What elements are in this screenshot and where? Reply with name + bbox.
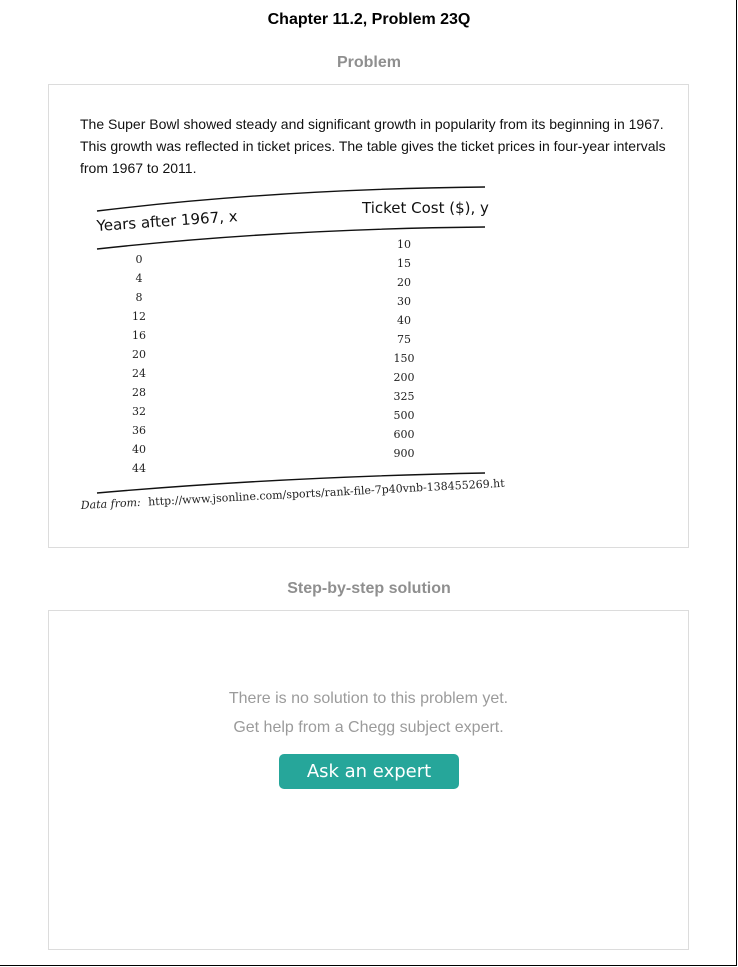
table-cell-y: 325 xyxy=(394,390,415,403)
table-cell-x: 8 xyxy=(136,291,143,304)
table-cell-x: 20 xyxy=(132,348,146,361)
table-cell-y: 500 xyxy=(394,409,415,422)
table-source: Data from: http://www.jsonline.com/sport… xyxy=(79,476,505,512)
ask-an-expert-button[interactable]: Ask an expert xyxy=(279,754,459,789)
table-cell-y: 900 xyxy=(394,447,415,460)
no-solution-message: There is no solution to this problem yet… xyxy=(228,690,509,707)
table-cell-y: 15 xyxy=(397,257,411,270)
col-x-header: Years after 1967, x xyxy=(95,207,238,235)
y-column: 10 15 20 30 40 75 150 200 325 500 600 900 xyxy=(394,238,415,460)
table-cell-y: 75 xyxy=(397,333,411,346)
problem-text: The Super Bowl showed steady and signifi… xyxy=(80,116,666,176)
table-cell-x: 28 xyxy=(132,386,146,399)
solution-heading: Step-by-step solution xyxy=(287,580,451,597)
table-cell-x: 0 xyxy=(136,253,143,266)
table-cell-y: 40 xyxy=(397,314,411,327)
help-message: Get help from a Chegg subject expert. xyxy=(233,719,504,736)
table-cell-y: 150 xyxy=(394,352,415,365)
table-cell-x: 44 xyxy=(132,462,146,475)
table-cell-x: 4 xyxy=(136,272,143,285)
ticket-price-table-image: Years after 1967, x Ticket Cost ($), y 0… xyxy=(79,186,505,512)
table-cell-y: 30 xyxy=(397,295,411,308)
table-cell-x: 16 xyxy=(132,329,146,342)
problem-heading: Problem xyxy=(336,54,401,71)
solution-card: There is no solution to this problem yet… xyxy=(48,610,689,950)
table-cell-x: 40 xyxy=(132,443,146,456)
table-cell-y: 200 xyxy=(394,371,415,384)
table-cell-x: 12 xyxy=(132,310,146,323)
table-cell-x: 32 xyxy=(132,405,146,418)
table-cell-y: 600 xyxy=(394,428,415,441)
problem-card: The Super Bowl showed steady and signifi… xyxy=(48,84,689,548)
page-title: Chapter 11.2, Problem 23Q xyxy=(267,11,471,28)
table-cell-y: 10 xyxy=(397,238,411,251)
table-cell-y: 20 xyxy=(397,276,411,289)
x-column: 0 4 8 12 16 20 24 28 32 36 40 44 xyxy=(132,253,146,475)
table-cell-x: 36 xyxy=(132,424,146,437)
source-url: http://www.jsonline.com/sports/rank-file… xyxy=(148,476,505,508)
ticket-price-table: Years after 1967, x Ticket Cost ($), y 0… xyxy=(79,185,505,517)
col-y-header: Ticket Cost ($), y xyxy=(361,199,489,217)
table-cell-x: 24 xyxy=(132,367,146,380)
source-label: Data from: xyxy=(79,496,141,512)
